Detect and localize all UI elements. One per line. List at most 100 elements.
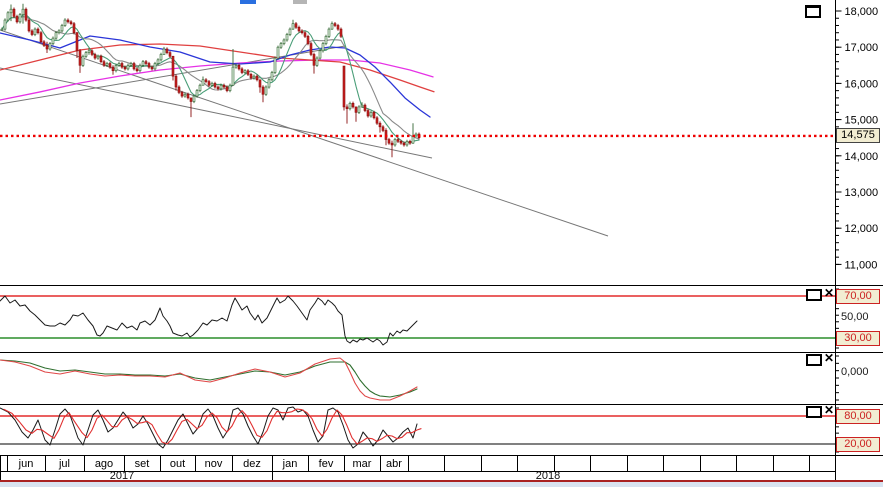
month-label: set <box>135 458 150 470</box>
candle-body <box>114 65 118 72</box>
candle-body <box>333 23 337 26</box>
candle-body <box>369 112 373 117</box>
chart-window: 18,000 17,000 16,000 15,000 14,000 13,000 12,0… <box>0 0 883 487</box>
candle-body <box>54 32 58 39</box>
candle-body <box>162 48 166 55</box>
macd-curve <box>0 357 418 401</box>
candle-body <box>243 70 247 73</box>
candle-body <box>381 126 385 131</box>
candle-body <box>201 79 205 86</box>
candle-body <box>0 28 4 31</box>
candle-body <box>147 63 151 68</box>
candle-body <box>168 52 172 57</box>
candle-body <box>318 50 322 59</box>
candle-body <box>393 139 397 146</box>
candle-body <box>399 141 403 144</box>
candle-body <box>174 75 178 88</box>
rsi-maximize-icon[interactable] <box>806 289 822 301</box>
candle-body <box>354 106 358 113</box>
candle-body <box>207 81 211 86</box>
candle-body <box>327 28 331 37</box>
candle-body <box>360 104 364 108</box>
month-label: jun <box>18 458 34 470</box>
panel-frames <box>0 0 883 480</box>
candle-body <box>198 84 202 91</box>
candle-body <box>9 8 13 14</box>
candle-body <box>342 65 346 108</box>
axis-tick-label: 13,000 <box>845 187 879 199</box>
candle-body <box>216 86 220 90</box>
candle-body <box>345 106 349 110</box>
candle-body <box>186 93 190 99</box>
candle-body <box>219 84 223 90</box>
month-label: ago <box>95 458 113 470</box>
maximize-icon[interactable] <box>805 5 821 18</box>
candle-body <box>237 65 241 70</box>
candle-body <box>234 65 238 68</box>
month-label: jan <box>282 458 298 470</box>
candle-body <box>285 34 289 41</box>
level-lines <box>0 134 836 445</box>
candle-body <box>117 63 121 66</box>
candle-body <box>183 93 187 97</box>
axis-tick-label: 15,000 <box>845 115 879 127</box>
candle-body <box>15 16 19 23</box>
scrollbar-track-piece[interactable] <box>293 0 307 4</box>
macd-close-icon[interactable]: ✕ <box>822 352 836 365</box>
axis-tick-label: 12,000 <box>845 223 879 235</box>
stoch-upper-label: 80,00 <box>836 409 880 424</box>
macd-zero-label: 0,000 <box>841 366 869 378</box>
candle-body <box>249 74 253 79</box>
candle-body <box>366 110 370 117</box>
candle-body <box>132 63 136 70</box>
candle-body <box>150 66 154 70</box>
rsi-lower-label: 30,00 <box>836 331 880 346</box>
candle-body <box>78 50 82 66</box>
candle-body <box>297 26 301 32</box>
candle-body <box>363 104 367 111</box>
candle-body <box>123 66 127 70</box>
scrollbar-thumb[interactable] <box>240 0 256 4</box>
candle-body <box>372 112 376 119</box>
candle-body <box>42 41 46 46</box>
candle-body <box>57 30 61 34</box>
candle-body <box>270 72 274 81</box>
stoch-close-icon[interactable]: ✕ <box>822 404 836 417</box>
candle-body <box>264 86 268 95</box>
candle-body <box>228 84 232 91</box>
candle-body <box>321 43 325 52</box>
candle-body <box>135 68 139 72</box>
axis-tick-label: 11,000 <box>845 259 878 271</box>
month-label: out <box>170 458 185 470</box>
candle-body <box>414 133 418 137</box>
month-label: nov <box>205 458 223 470</box>
candle-body <box>63 19 67 26</box>
candle-body <box>138 65 142 72</box>
candle-body <box>402 142 406 146</box>
candle-body <box>177 86 181 93</box>
indicator-lines <box>0 295 422 449</box>
candle-body <box>12 8 16 17</box>
candle-body <box>60 25 64 32</box>
candle-body <box>330 23 334 30</box>
axis-tick-label: 14,000 <box>845 151 879 163</box>
window-bottom-strip <box>0 482 883 487</box>
macd-maximize-icon[interactable] <box>806 354 822 366</box>
chart-canvas[interactable]: 18,000 17,000 16,000 15,000 14,000 13,000 12,0… <box>0 0 883 487</box>
candle-body <box>111 66 115 72</box>
month-label: fev <box>319 458 334 470</box>
candle-body <box>276 46 280 59</box>
candle-body <box>99 55 103 62</box>
candle-body <box>351 103 355 108</box>
candle-body <box>222 84 226 88</box>
axis-tick-label: 18,000 <box>845 6 879 18</box>
candle-body <box>303 32 307 37</box>
stoch-d-curve <box>3 408 422 445</box>
stoch-maximize-icon[interactable] <box>806 406 822 418</box>
ma-green <box>1 14 420 144</box>
candle-body <box>291 23 295 30</box>
candle-body <box>141 61 145 66</box>
candle-body <box>6 12 10 21</box>
rsi-close-icon[interactable]: ✕ <box>822 287 836 300</box>
candle-body <box>180 92 184 97</box>
